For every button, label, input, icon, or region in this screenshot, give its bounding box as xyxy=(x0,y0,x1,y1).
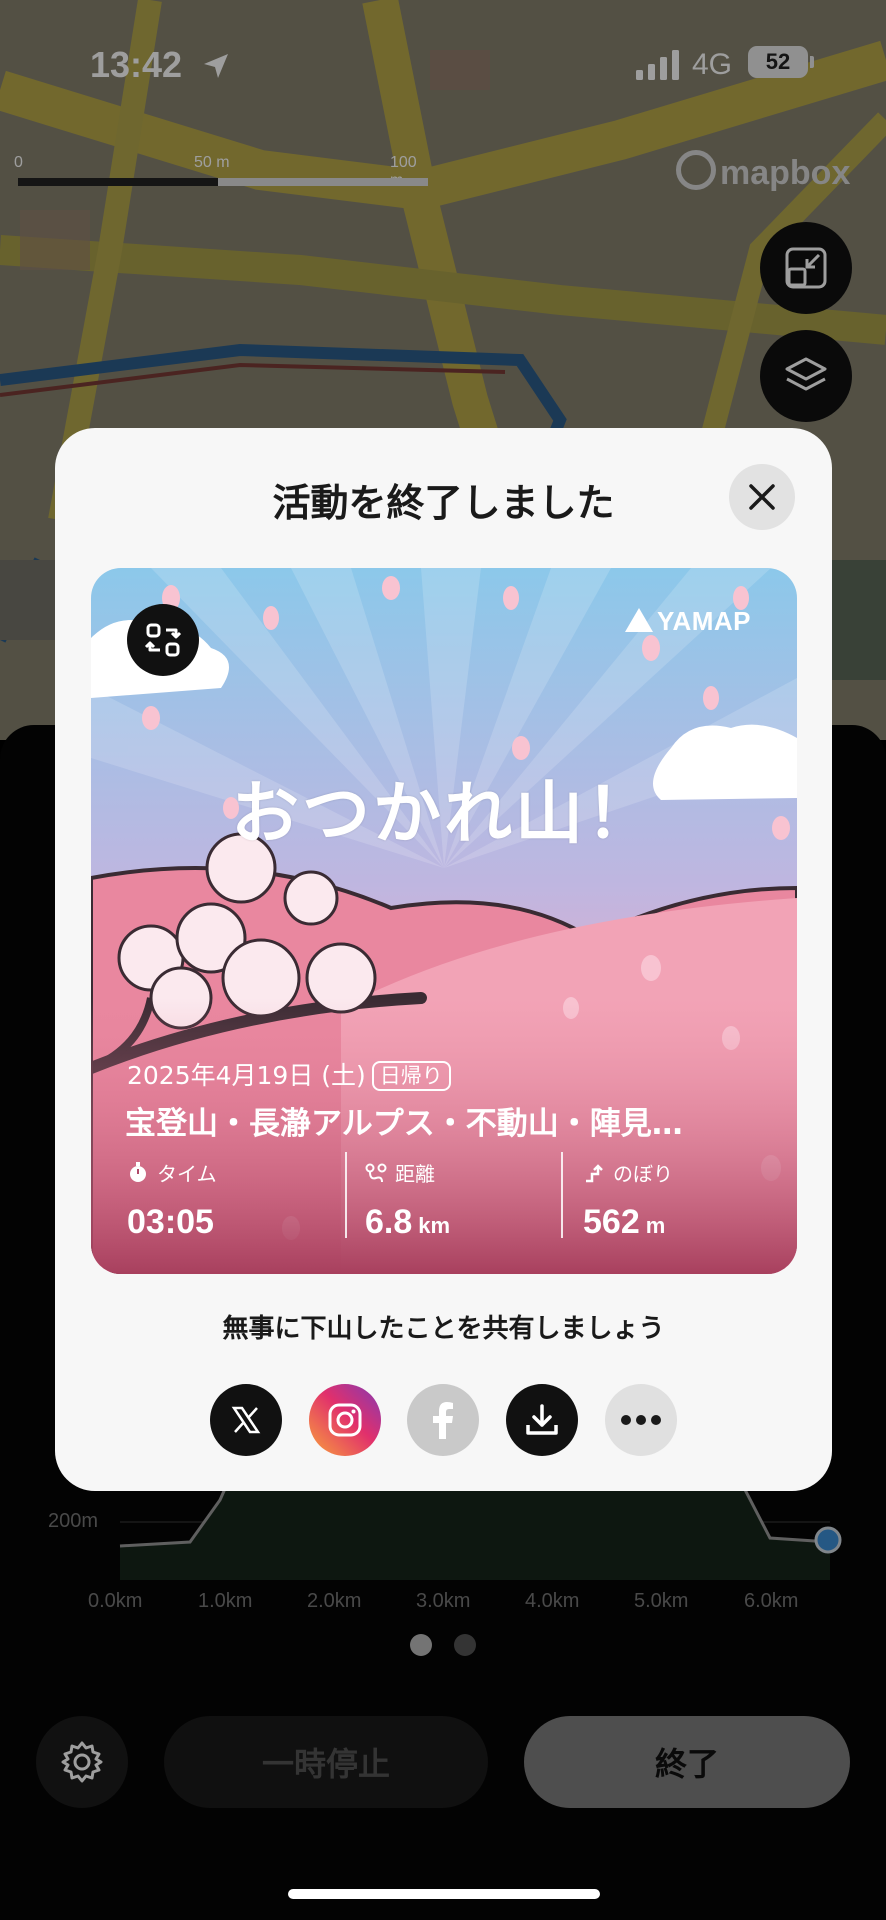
route-icon xyxy=(365,1163,387,1182)
stat-distance: 距離 6.8 km xyxy=(365,1162,451,1241)
share-facebook-button[interactable] xyxy=(407,1384,479,1456)
share-prompt: 無事に下山したことを共有しましょう xyxy=(222,1314,665,1344)
stat-ascent: のぼり 562 m xyxy=(583,1162,673,1241)
more-icon xyxy=(621,1415,661,1425)
summary-card: YAMAP おつかれ山！ 2025年4月19日 (土) 日帰り 宝登山・長瀞アルプ… xyxy=(91,568,797,1274)
dialog-title: 活動を終了しました xyxy=(272,481,615,525)
trip-type-badge: 日帰り xyxy=(371,1061,451,1091)
download-icon xyxy=(526,1404,558,1435)
close-button[interactable] xyxy=(729,464,795,530)
download-button[interactable] xyxy=(506,1384,578,1456)
home-indicator[interactable] xyxy=(288,1889,600,1899)
ascent-icon xyxy=(586,1163,603,1182)
share-x-button[interactable] xyxy=(210,1384,282,1456)
stopwatch-icon xyxy=(130,1161,146,1182)
yamap-logo: YAMAP xyxy=(625,606,751,637)
facebook-icon xyxy=(433,1402,453,1439)
activity-date: 2025年4月19日 (土) 日帰り xyxy=(127,1056,451,1092)
swap-icon xyxy=(144,623,182,657)
swap-card-button[interactable] xyxy=(127,604,199,676)
route-name: 宝登山・長瀞アルプス・不動山・陣見… xyxy=(125,1106,683,1142)
x-icon xyxy=(231,1406,261,1434)
share-instagram-button[interactable] xyxy=(309,1384,381,1456)
card-headline: おつかれ山！ xyxy=(230,775,657,854)
more-share-button[interactable] xyxy=(605,1384,677,1456)
stat-divider xyxy=(345,1152,347,1238)
instagram-icon xyxy=(328,1403,362,1437)
stat-time: タイム 03:05 xyxy=(127,1161,217,1241)
stat-divider xyxy=(561,1152,563,1238)
activity-finished-dialog: 活動を終了しました YAMAP おつかれ山！ 2025年4月19日 (土) 日帰… xyxy=(55,428,832,1491)
close-icon xyxy=(749,484,775,510)
